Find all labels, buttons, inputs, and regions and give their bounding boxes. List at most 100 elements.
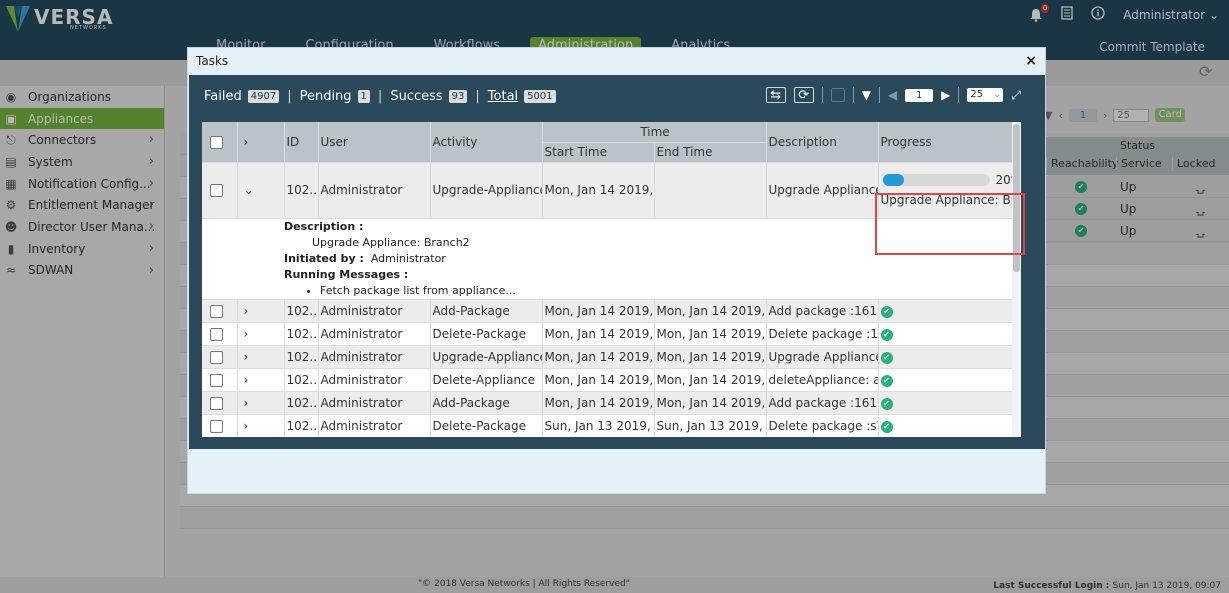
task-description: Delete package :16...	[766, 322, 879, 346]
table-row[interactable]: › 102... Administrator Upgrade-Appliance…	[202, 345, 1021, 369]
row-checkbox[interactable]	[210, 304, 223, 318]
task-start-time: Mon, Jan 14 2019, ...	[542, 322, 655, 346]
row-checkbox[interactable]	[210, 419, 223, 433]
success-check-icon: ✔	[880, 421, 893, 433]
collapse-all-icon[interactable]	[830, 88, 845, 102]
task-user: Administrator	[318, 299, 431, 323]
progress-fill	[882, 174, 904, 187]
pending-label: Pending	[299, 89, 352, 104]
row-checkbox[interactable]	[210, 327, 223, 341]
row-checkbox[interactable]	[210, 373, 223, 387]
tasks-table: › ID User Activity Time Description Prog…	[202, 122, 1021, 437]
table-row[interactable]: › 102... Administrator Delete-Package Mo…	[202, 322, 1021, 346]
description-label: Description :	[284, 219, 364, 233]
page-number-input[interactable]: 1	[905, 88, 934, 102]
running-messages-label: Running Messages :	[284, 267, 409, 281]
expand-row-toggle[interactable]: ›	[237, 345, 285, 369]
prev-page-icon[interactable]: ◀	[888, 88, 897, 102]
total-label: Total	[487, 89, 519, 104]
chevron-right-icon: ›	[243, 134, 249, 149]
success-filter[interactable]: Success 93	[390, 89, 468, 104]
filter-icon[interactable]: ▼	[862, 88, 871, 102]
chevron-right-icon: ›	[243, 326, 249, 341]
col-end-time[interactable]: End Time	[654, 142, 767, 163]
table-header-row: › ID User Activity Time Description Prog…	[202, 122, 1021, 163]
pending-filter[interactable]: Pending 1	[300, 89, 370, 104]
col-time: Time	[542, 122, 767, 143]
expand-row-toggle[interactable]: ›	[237, 414, 285, 437]
task-start-time: Mon, Jan 14 2019, ...	[542, 345, 655, 369]
task-end-time: Mon, Jan 14 2019, ...	[654, 299, 767, 323]
col-description[interactable]: Description	[766, 122, 879, 163]
divider	[852, 87, 854, 103]
col-user[interactable]: User	[318, 122, 431, 163]
select-all-checkbox[interactable]	[210, 135, 223, 149]
table-row[interactable]: › 102... Administrator Add-Package Mon, …	[202, 299, 1021, 323]
task-end-time: Mon, Jan 14 2019, ...	[654, 345, 767, 369]
col-progress[interactable]: Progress	[878, 122, 1021, 163]
table-row[interactable]: › 102... Administrator Add-Package Mon, …	[202, 391, 1021, 415]
collapse-row-toggle[interactable]: ⌄	[237, 162, 285, 219]
task-id: 102...	[284, 345, 319, 369]
table-scrollbar[interactable]	[1012, 122, 1021, 437]
col-id[interactable]: ID	[284, 122, 319, 163]
next-page-icon[interactable]: ▶	[941, 88, 950, 102]
page-size-select[interactable]: 25 ⌄	[967, 88, 1004, 102]
failed-label: Failed	[204, 89, 242, 104]
task-id: 102...	[284, 299, 319, 323]
expand-row-toggle[interactable]: ›	[237, 368, 285, 392]
progress-bar	[882, 174, 990, 187]
tasks-dialog: Tasks × Failed 4907 | Pending 1 | Success 9…	[187, 47, 1046, 494]
expand-icon[interactable]: ⤢	[1011, 88, 1021, 102]
page-size-value: 25	[970, 89, 984, 100]
row-checkbox[interactable]	[210, 184, 223, 197]
task-user: Administrator	[318, 368, 431, 392]
table-toolbar: ⇆ ⟳ ▼ ◀ 1 ▶ 25 ⌄ ⤢	[765, 87, 1021, 103]
expand-row-toggle[interactable]: ›	[237, 299, 285, 323]
expand-row-toggle[interactable]: ›	[237, 322, 285, 346]
chevron-right-icon: ›	[243, 349, 249, 364]
task-start-time: Mon, Jan 14 2019, ...	[542, 162, 655, 219]
chevron-down-icon: ⌄	[993, 90, 1001, 99]
table-row[interactable]: › 102... Administrator Delete-Package Su…	[202, 414, 1021, 437]
divider: |	[287, 89, 292, 104]
table-row[interactable]: › 102... Administrator Delete-Appliance …	[202, 368, 1021, 392]
expand-all-header[interactable]: ›	[237, 122, 285, 163]
sync-icon[interactable]: ⇆	[765, 87, 786, 103]
refresh-icon[interactable]: ⟳	[793, 87, 814, 103]
expand-row-toggle[interactable]: ›	[237, 391, 285, 415]
task-id: 102...	[284, 322, 319, 346]
divider	[878, 87, 880, 103]
pending-count-badge: 1	[357, 90, 370, 103]
task-end-time: Mon, Jan 14 2019, ...	[654, 322, 767, 346]
task-description: Delete package :s7	[766, 414, 879, 437]
total-count-badge: 5001	[524, 90, 556, 103]
chevron-right-icon: ›	[243, 418, 249, 433]
failed-filter[interactable]: Failed 4907	[204, 89, 280, 104]
task-user: Administrator	[318, 391, 431, 415]
total-filter[interactable]: Total 5001	[488, 89, 556, 104]
divider: |	[475, 89, 480, 104]
col-start-time[interactable]: Start Time	[542, 142, 655, 163]
select-all-header	[202, 122, 238, 163]
running-messages-list: Fetch package list from appliance...	[320, 283, 1020, 299]
task-user: Administrator	[318, 414, 431, 437]
running-message-item: Fetch package list from appliance...	[320, 283, 1020, 299]
task-activity: Delete-Package	[430, 322, 543, 346]
close-icon[interactable]: ×	[1025, 53, 1037, 69]
chevron-right-icon: ›	[243, 303, 249, 318]
task-id: 102...	[284, 368, 319, 392]
task-activity: Upgrade-Appliance	[430, 345, 543, 369]
tasks-panel: Failed 4907 | Pending 1 | Success 93 | Tota…	[189, 75, 1045, 449]
task-description: Add package :161R...	[766, 299, 879, 323]
progress-highlight-box	[875, 193, 1025, 255]
row-checkbox[interactable]	[210, 350, 223, 364]
task-start-time: Mon, Jan 14 2019, ...	[542, 368, 655, 392]
col-activity[interactable]: Activity	[430, 122, 543, 163]
success-check-icon: ✔	[880, 375, 893, 387]
divider: |	[377, 89, 383, 104]
task-end-time: Mon, Jan 14 2019, ...	[654, 368, 767, 392]
success-label: Success	[390, 89, 443, 104]
task-start-time: Sun, Jan 13 2019, 0...	[542, 414, 655, 437]
row-checkbox[interactable]	[210, 396, 223, 410]
